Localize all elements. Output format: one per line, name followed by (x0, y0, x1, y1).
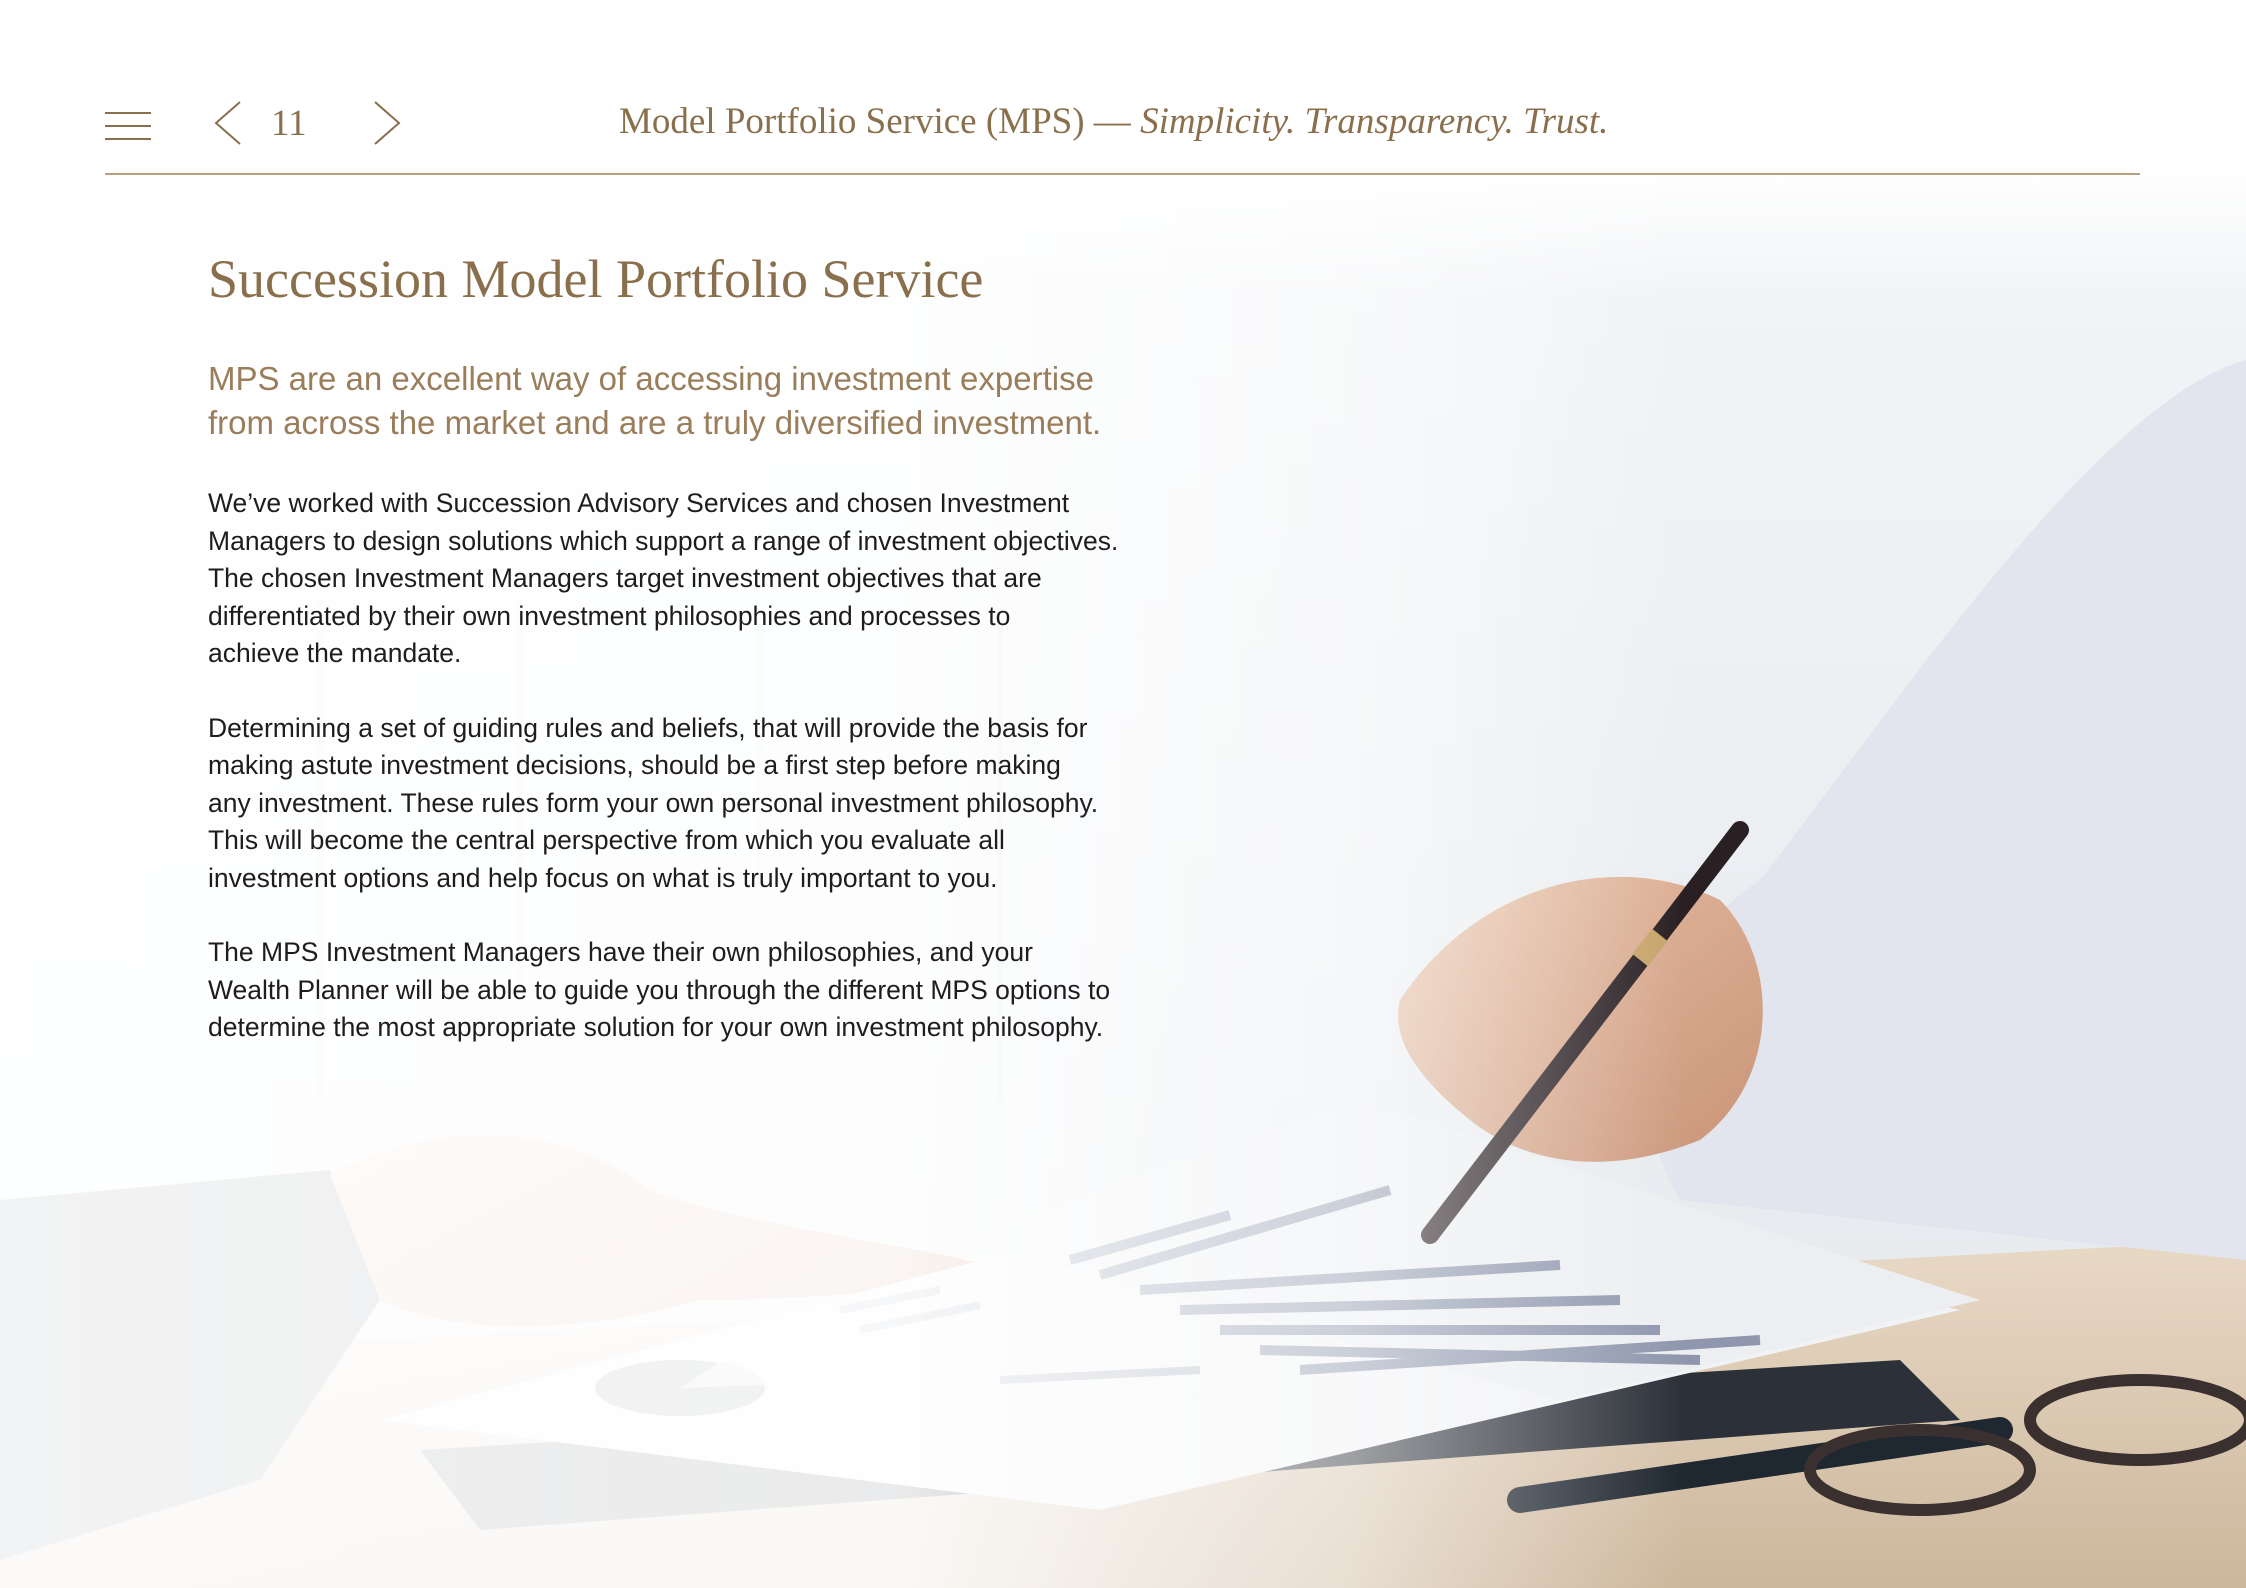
text-line: Managers to design solutions which suppo… (208, 525, 1119, 556)
hamburger-menu-icon[interactable] (105, 112, 151, 140)
text-line: determine the most appropriate solution … (208, 1012, 1104, 1043)
text-line: differentiated by their own investment p… (208, 600, 1011, 631)
text-line: We’ve worked with Succession Advisory Se… (208, 488, 1070, 519)
intro-paragraph: MPS are an excellent way of accessing in… (208, 357, 1168, 445)
page-header: 11 Model Portfolio Service (MPS) — Simpl… (105, 90, 2140, 175)
body-paragraph-2: Determining a set of guiding rules and b… (208, 710, 1188, 898)
text-line: Determining a set of guiding rules and b… (208, 712, 1088, 743)
text-line: any investment. These rules form your ow… (208, 787, 1099, 818)
text-line: Wealth Planner will be able to guide you… (208, 974, 1111, 1005)
page-number: 11 (271, 103, 307, 144)
intro-line: MPS are an excellent way of accessing in… (208, 360, 1094, 398)
document-title: Model Portfolio Service (MPS) — Simplici… (619, 100, 1919, 143)
text-line: The MPS Investment Managers have their o… (208, 937, 1033, 968)
text-line: This will become the central perspective… (208, 825, 1005, 856)
header-divider (105, 173, 2140, 175)
chevron-right-icon[interactable] (371, 98, 405, 148)
page-heading: Succession Model Portfolio Service (208, 249, 984, 309)
text-line: The chosen Investment Managers target in… (208, 563, 1042, 594)
chevron-left-icon[interactable] (210, 98, 244, 148)
intro-line: from across the market and are a truly d… (208, 404, 1102, 442)
body-paragraph-1: We’ve worked with Succession Advisory Se… (208, 485, 1188, 673)
document-tagline: Simplicity. Transparency. Trust. (1140, 101, 1609, 142)
main-content: Succession Model Portfolio Service MPS a… (208, 249, 1188, 1047)
body-paragraph-3: The MPS Investment Managers have their o… (208, 934, 1188, 1047)
text-line: investment options and help focus on wha… (208, 862, 998, 893)
document-title-main: Model Portfolio Service (MPS) — (619, 101, 1141, 142)
text-line: making astute investment decisions, shou… (208, 750, 1061, 781)
text-line: achieve the mandate. (208, 638, 462, 669)
